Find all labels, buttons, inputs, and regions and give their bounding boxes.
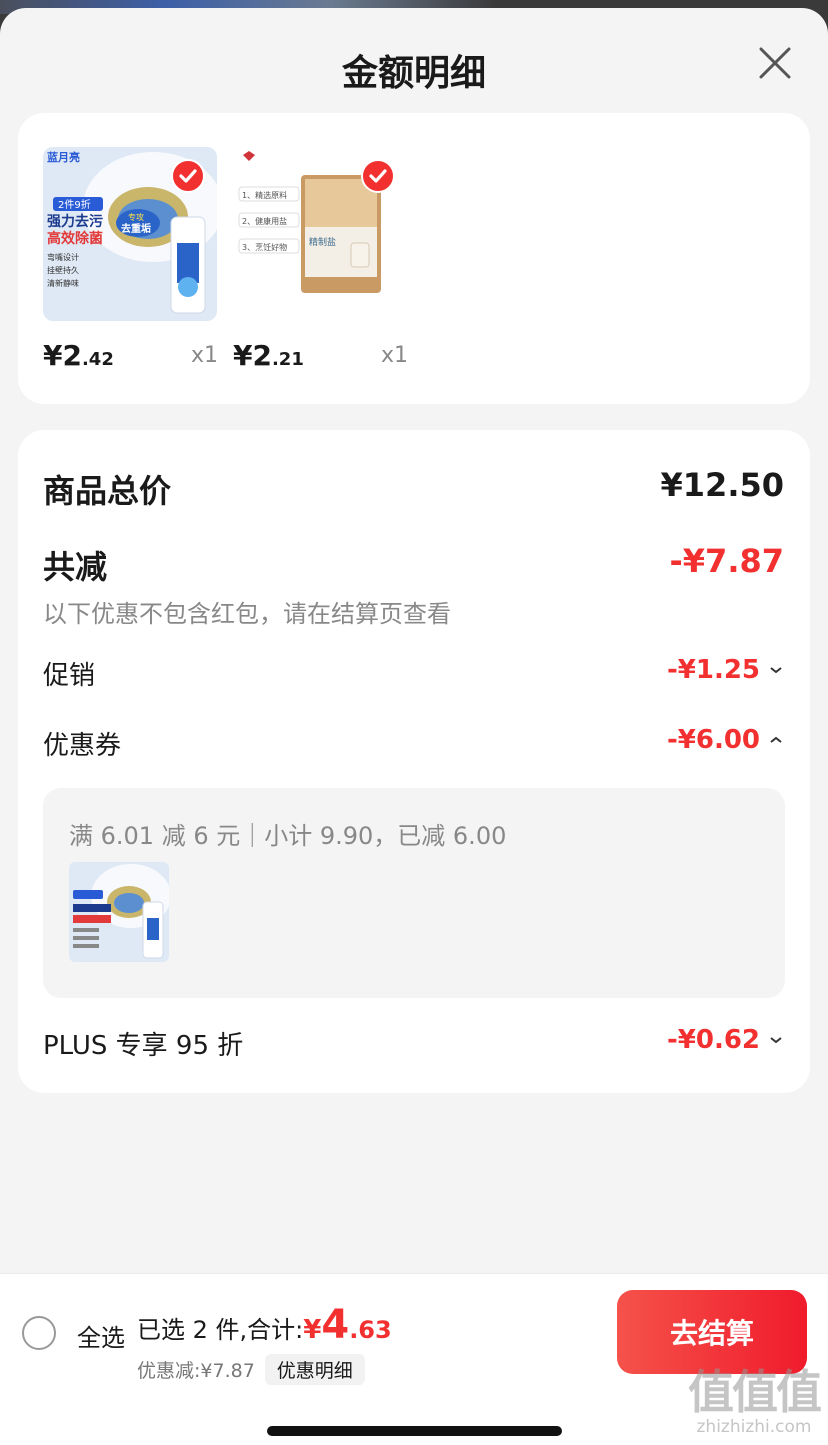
sheet-title: 金额明细 xyxy=(341,53,486,94)
chevron-up-icon xyxy=(770,736,782,743)
total-price-value: ¥12.50 xyxy=(660,466,784,504)
svg-text:蓝月亮: 蓝月亮 xyxy=(47,150,80,164)
product-price: ¥2.42 xyxy=(43,339,114,372)
site-watermark: 值值值 zhizhizhi.com xyxy=(688,1365,822,1437)
coupon-value: -¥6.00 xyxy=(666,725,760,755)
svg-text:1、精选原料: 1、精选原料 xyxy=(242,190,287,200)
home-indicator[interactable] xyxy=(267,1426,562,1436)
svg-text:2件9折: 2件9折 xyxy=(58,198,91,211)
total-reduction-value: -¥7.87 xyxy=(669,542,785,580)
plus-discount-label: PLUS 专享 95 折 xyxy=(43,1031,244,1061)
chevron-down-icon xyxy=(770,667,782,674)
plus-discount-value: -¥0.62 xyxy=(666,1025,760,1055)
product-price: ¥2.21 xyxy=(233,339,304,372)
svg-text:弯嘴设计: 弯嘴设计 xyxy=(47,252,79,262)
price-summary-card: 商品总价 ¥12.50 共减 -¥7.87 以下优惠不包含红包，请在结算页查看 … xyxy=(18,430,810,1093)
total-price-label: 商品总价 xyxy=(43,472,172,510)
chevron-down-icon xyxy=(770,1037,782,1044)
selected-summary: 已选 2 件,合计: ¥ 4 .63 xyxy=(137,1302,392,1348)
reduction-note: 以下优惠不包含红包，请在结算页查看 xyxy=(43,600,451,628)
promotion-label: 促销 xyxy=(43,661,96,691)
promotion-value: -¥1.25 xyxy=(666,655,760,685)
product-item-toilet-cleaner[interactable]: 蓝月亮 2件9折 强力去污 高效除菌 专攻 去重垢 弯嘴设计 挂壁持久 清新静味… xyxy=(43,147,225,377)
coupon-label: 优惠券 xyxy=(43,731,122,761)
discount-text: 优惠减:¥7.87 xyxy=(137,1360,255,1382)
svg-text:精制盐: 精制盐 xyxy=(309,236,336,248)
svg-text:挂壁持久: 挂壁持久 xyxy=(47,265,79,275)
total-amount-decimal: .63 xyxy=(349,1316,392,1344)
svg-text:强力去污: 强力去污 xyxy=(47,213,103,230)
close-button[interactable] xyxy=(755,43,795,83)
product-item-refined-salt[interactable]: 1、精选原料 2、健康用盐 3、烹饪好物 精制盐 ¥2.21 x1 xyxy=(233,147,415,377)
select-all-label[interactable]: 全选 xyxy=(77,1318,125,1353)
amount-detail-sheet: 金额明细 蓝月亮 2件9折 强力去污 高效除菌 专攻 去重垢 弯嘴设计 挂壁持久… xyxy=(0,8,828,1445)
checked-icon xyxy=(171,159,205,193)
total-currency: ¥ xyxy=(303,1315,322,1345)
svg-text:3、烹饪好物: 3、烹饪好物 xyxy=(242,242,287,252)
checkout-button[interactable]: 去结算 xyxy=(617,1290,807,1374)
total-reduction-label: 共减 xyxy=(43,548,108,586)
selected-count-text: 已选 2 件,合计: xyxy=(137,1316,304,1344)
discount-summary: 优惠减:¥7.87 优惠明细 xyxy=(137,1354,365,1385)
coupon-row-toggle[interactable]: -¥6.00 xyxy=(667,725,784,755)
select-all-radio[interactable] xyxy=(22,1316,56,1350)
product-quantity: x1 xyxy=(191,343,219,368)
svg-text:清新静味: 清新静味 xyxy=(47,278,79,288)
product-quantity: x1 xyxy=(381,343,409,368)
coupon-detail-box: 满 6.01 减 6 元｜小计 9.90，已减 6.00 xyxy=(43,788,785,998)
coupon-detail-text: 满 6.01 减 6 元｜小计 9.90，已减 6.00 xyxy=(69,822,507,850)
promotion-row-toggle[interactable]: -¥1.25 xyxy=(667,655,784,685)
checked-icon xyxy=(361,159,395,193)
svg-text:2、健康用盐: 2、健康用盐 xyxy=(242,216,287,226)
plus-discount-row-toggle[interactable]: -¥0.62 xyxy=(667,1025,784,1055)
close-icon xyxy=(759,47,791,79)
svg-text:高效除菌: 高效除菌 xyxy=(47,230,103,247)
discount-detail-button[interactable]: 优惠明细 xyxy=(264,1354,365,1385)
svg-text:去重垢: 去重垢 xyxy=(121,222,151,235)
svg-text:专攻: 专攻 xyxy=(128,212,144,222)
selected-products-card: 蓝月亮 2件9折 强力去污 高效除菌 专攻 去重垢 弯嘴设计 挂壁持久 清新静味… xyxy=(18,113,810,404)
total-amount-integer: 4 xyxy=(321,1302,350,1348)
coupon-product-thumbnail xyxy=(69,862,169,962)
